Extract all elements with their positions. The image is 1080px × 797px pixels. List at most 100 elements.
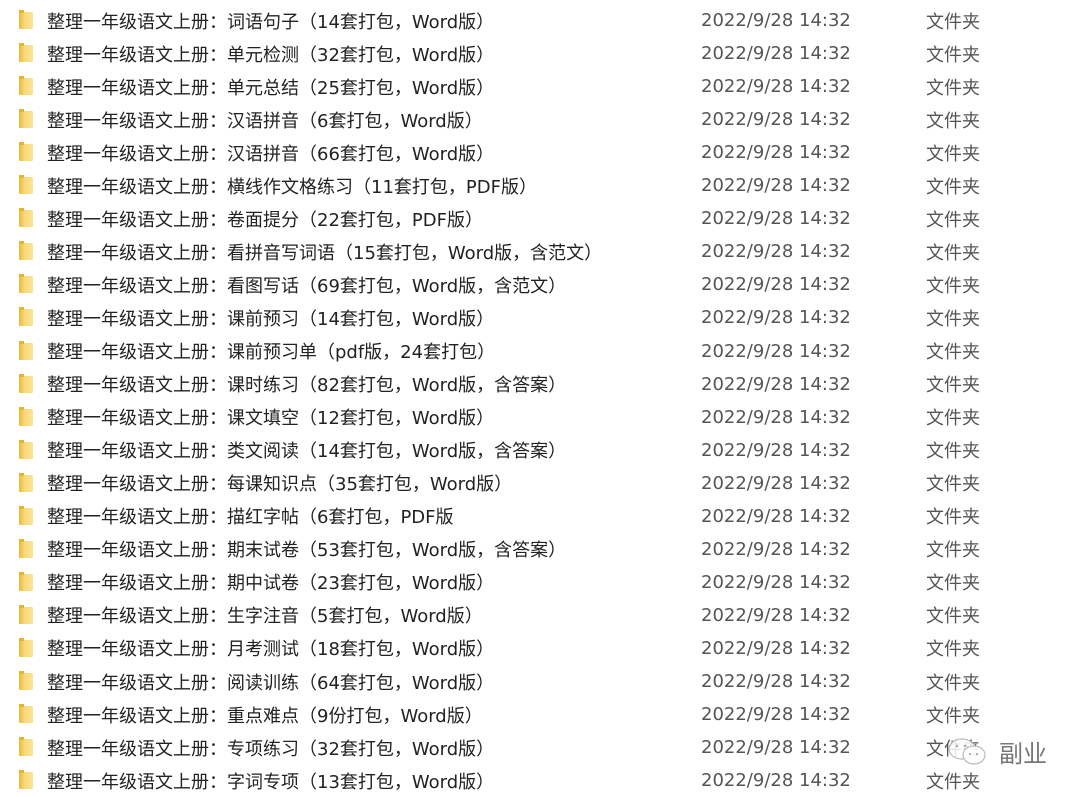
file-type: 文件夹 [926, 639, 980, 661]
modified-date: 2022/9/28 14:32 [701, 472, 851, 494]
folder-icon [19, 10, 33, 29]
modified-date: 2022/9/28 14:32 [701, 175, 851, 197]
folder-row[interactable]: 整理一年级语文上册：描红字帖（6套打包，PDF版 2022/9/28 14:32… [0, 500, 1080, 533]
folder-icon [19, 406, 33, 426]
folder-name: 整理一年级语文上册：专项练习（32套打包，Word版） [47, 738, 495, 760]
folder-icon [19, 274, 33, 294]
modified-date: 2022/9/28 14:32 [701, 770, 851, 792]
folder-icon [19, 472, 33, 492]
folder-icon [19, 241, 33, 261]
modified-date: 2022/9/28 14:32 [701, 208, 851, 230]
folder-icon [19, 175, 33, 195]
file-type: 文件夹 [926, 507, 980, 529]
file-type: 文件夹 [926, 441, 980, 463]
folder-row[interactable]: 整理一年级语文上册：汉语拼音（6套打包，Word版） 2022/9/28 14:… [0, 103, 1080, 136]
folder-icon [19, 43, 33, 63]
modified-date: 2022/9/28 14:32 [701, 406, 851, 428]
folder-icon [19, 307, 33, 327]
file-type: 文件夹 [926, 606, 980, 628]
folder-name: 整理一年级语文上册：卷面提分（22套打包，PDF版） [47, 209, 483, 231]
folder-row[interactable]: 整理一年级语文上册：专项练习（32套打包，Word版） 2022/9/28 14… [0, 731, 1080, 764]
folder-name: 整理一年级语文上册：看图写话（69套打包，Word版，含范文） [47, 275, 567, 297]
folder-icon [19, 604, 33, 624]
file-type: 文件夹 [926, 44, 980, 66]
modified-date: 2022/9/28 14:32 [701, 373, 851, 395]
file-type: 文件夹 [926, 308, 980, 330]
modified-date: 2022/9/28 14:32 [701, 439, 851, 461]
folder-row[interactable]: 整理一年级语文上册：字词专项（13套打包，Word版） 2022/9/28 14… [0, 764, 1080, 797]
folder-name: 整理一年级语文上册：横线作文格练习（11套打包，PDF版） [47, 176, 537, 198]
folder-icon [19, 737, 33, 757]
folder-row[interactable]: 整理一年级语文上册：重点难点（9份打包，Word版） 2022/9/28 14:… [0, 698, 1080, 731]
folder-name: 整理一年级语文上册：字词专项（13套打包，Word版） [47, 771, 495, 793]
modified-date: 2022/9/28 14:32 [701, 704, 851, 726]
folder-row[interactable]: 整理一年级语文上册：单元总结（25套打包，Word版） 2022/9/28 14… [0, 70, 1080, 103]
file-type: 文件夹 [926, 342, 980, 363]
folder-row[interactable]: 整理一年级语文上册：类文阅读（14套打包，Word版，含答案） 2022/9/2… [0, 434, 1080, 467]
modified-date: 2022/9/28 14:32 [701, 505, 851, 527]
file-type: 文件夹 [926, 11, 980, 33]
folder-row[interactable]: 整理一年级语文上册：课前预习单（pdf版，24套打包） 2022/9/28 14… [0, 335, 1080, 368]
modified-date: 2022/9/28 14:32 [701, 307, 851, 329]
file-type: 文件夹 [926, 375, 980, 397]
folder-row[interactable]: 整理一年级语文上册：期末试卷（53套打包，Word版，含答案） 2022/9/2… [0, 533, 1080, 566]
folder-row[interactable]: 整理一年级语文上册：课前预习（14套打包，Word版） 2022/9/28 14… [0, 301, 1080, 334]
folder-name: 整理一年级语文上册：单元检测（32套打包，Word版） [47, 44, 495, 66]
folder-row[interactable]: 整理一年级语文上册：汉语拼音（66套打包，Word版） 2022/9/28 14… [0, 136, 1080, 169]
folder-icon [19, 109, 33, 129]
file-type: 文件夹 [926, 77, 980, 99]
folder-row[interactable]: 整理一年级语文上册：看图写话（69套打包，Word版，含范文） 2022/9/2… [0, 268, 1080, 301]
folder-name: 整理一年级语文上册：汉语拼音（6套打包，Word版） [47, 110, 483, 132]
folder-icon [19, 704, 33, 724]
folder-row[interactable]: 整理一年级语文上册：横线作文格练习（11套打包，PDF版） 2022/9/28 … [0, 169, 1080, 202]
folder-row[interactable]: 整理一年级语文上册：期中试卷（23套打包，Word版） 2022/9/28 14… [0, 566, 1080, 599]
folder-icon [19, 671, 33, 690]
modified-date: 2022/9/28 14:32 [701, 241, 851, 263]
folder-name: 整理一年级语文上册：生字注音（5套打包，Word版） [47, 606, 483, 628]
folder-icon [19, 340, 33, 360]
folder-row[interactable]: 整理一年级语文上册：看拼音写词语（15套打包，Word版，含范文） 2022/9… [0, 235, 1080, 268]
file-type: 文件夹 [926, 771, 980, 793]
watermark-text: 副业 [999, 740, 1047, 768]
folder-icon [19, 637, 33, 657]
wechat-icon [948, 737, 986, 765]
folder-icon [19, 142, 33, 162]
folder-icon [19, 76, 33, 96]
folder-row[interactable]: 整理一年级语文上册：词语句子（14套打包，Word版） 2022/9/28 14… [0, 4, 1080, 37]
modified-date: 2022/9/28 14:32 [701, 142, 851, 164]
folder-name: 整理一年级语文上册：重点难点（9份打包，Word版） [47, 705, 483, 727]
file-type: 文件夹 [926, 408, 980, 430]
file-type: 文件夹 [926, 705, 980, 727]
file-type: 文件夹 [926, 209, 980, 231]
folder-row[interactable]: 整理一年级语文上册：月考测试（18套打包，Word版） 2022/9/28 14… [0, 632, 1080, 665]
file-type: 文件夹 [926, 474, 980, 496]
folder-name: 整理一年级语文上册：阅读训练（64套打包，Word版） [47, 672, 495, 694]
file-type: 文件夹 [926, 275, 980, 297]
modified-date: 2022/9/28 14:32 [701, 604, 851, 626]
modified-date: 2022/9/28 14:32 [701, 274, 851, 296]
folder-icon [19, 770, 33, 790]
folder-name: 整理一年级语文上册：期中试卷（23套打包，Word版） [47, 573, 495, 595]
folder-name: 整理一年级语文上册：词语句子（14套打包，Word版） [47, 11, 495, 33]
folder-row[interactable]: 整理一年级语文上册：卷面提分（22套打包，PDF版） 2022/9/28 14:… [0, 202, 1080, 235]
folder-name: 整理一年级语文上册：每课知识点（35套打包，Word版） [47, 474, 513, 496]
folder-icon [19, 208, 33, 228]
folder-icon [19, 505, 33, 525]
folder-row[interactable]: 整理一年级语文上册：课文填空（12套打包，Word版） 2022/9/28 14… [0, 401, 1080, 434]
file-type: 文件夹 [926, 540, 980, 562]
folder-name: 整理一年级语文上册：期末试卷（53套打包，Word版，含答案） [47, 540, 567, 562]
file-type: 文件夹 [926, 242, 980, 264]
folder-icon [19, 439, 33, 459]
folder-row[interactable]: 整理一年级语文上册：课时练习（82套打包，Word版，含答案） 2022/9/2… [0, 368, 1080, 401]
folder-row[interactable]: 整理一年级语文上册：单元检测（32套打包，Word版） 2022/9/28 14… [0, 37, 1080, 70]
folder-row[interactable]: 整理一年级语文上册：阅读训练（64套打包，Word版） 2022/9/28 14… [0, 665, 1080, 698]
folder-name: 整理一年级语文上册：课时练习（82套打包，Word版，含答案） [47, 375, 567, 397]
folder-name: 整理一年级语文上册：汉语拼音（66套打包，Word版） [47, 143, 495, 165]
folder-name: 整理一年级语文上册：单元总结（25套打包，Word版） [47, 77, 495, 99]
folder-row[interactable]: 整理一年级语文上册：生字注音（5套打包，Word版） 2022/9/28 14:… [0, 599, 1080, 632]
modified-date: 2022/9/28 14:32 [701, 637, 851, 659]
folder-name: 整理一年级语文上册：看拼音写词语（15套打包，Word版，含范文） [47, 242, 603, 264]
folder-icon [19, 373, 33, 393]
folder-row[interactable]: 整理一年级语文上册：每课知识点（35套打包，Word版） 2022/9/28 1… [0, 467, 1080, 500]
folder-name: 整理一年级语文上册：课前预习单（pdf版，24套打包） [47, 342, 496, 363]
